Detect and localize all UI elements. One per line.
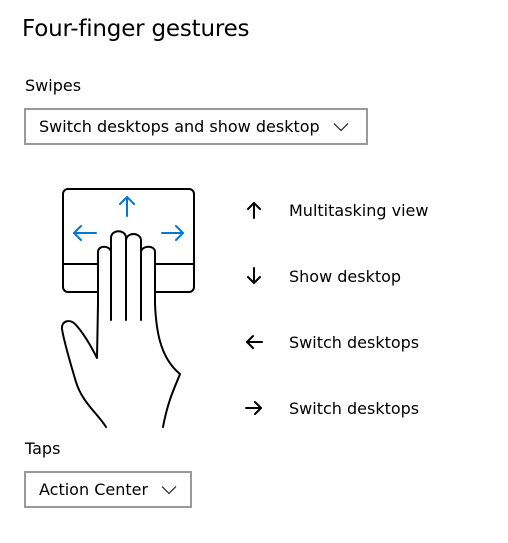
four-finger-gesture-illustration <box>60 188 195 428</box>
hand-outline <box>60 230 181 428</box>
swipe-right-arrow-icon <box>161 225 184 241</box>
gesture-label: Switch desktops <box>289 332 420 352</box>
swipe-left-arrow-icon <box>73 225 97 241</box>
taps-dropdown[interactable]: Action Center <box>24 471 192 508</box>
gesture-row-up: Multitasking view <box>244 198 428 222</box>
gesture-row-left: Switch desktops <box>244 330 419 354</box>
arrow-left-icon <box>246 335 263 349</box>
gesture-row-down: Show desktop <box>244 264 401 288</box>
arrow-right-icon <box>245 401 262 415</box>
chevron-down-icon <box>161 485 177 494</box>
swipe-up-arrow-icon <box>119 196 135 217</box>
swipes-dropdown[interactable]: Switch desktops and show desktop <box>24 108 368 145</box>
arrow-down-icon <box>247 267 261 284</box>
gesture-row-right: Switch desktops <box>244 396 419 420</box>
taps-dropdown-value: Action Center <box>39 480 149 499</box>
swipes-label: Swipes <box>25 76 82 95</box>
gesture-label: Multitasking view <box>289 200 429 220</box>
arrow-up-icon <box>247 202 261 219</box>
gesture-label: Switch desktops <box>289 398 420 418</box>
taps-label: Taps <box>25 439 61 458</box>
chevron-down-icon <box>333 122 349 131</box>
gesture-label: Show desktop <box>289 266 402 286</box>
swipes-dropdown-value: Switch desktops and show desktop <box>39 117 320 136</box>
page-title: Four-finger gestures <box>22 16 250 42</box>
